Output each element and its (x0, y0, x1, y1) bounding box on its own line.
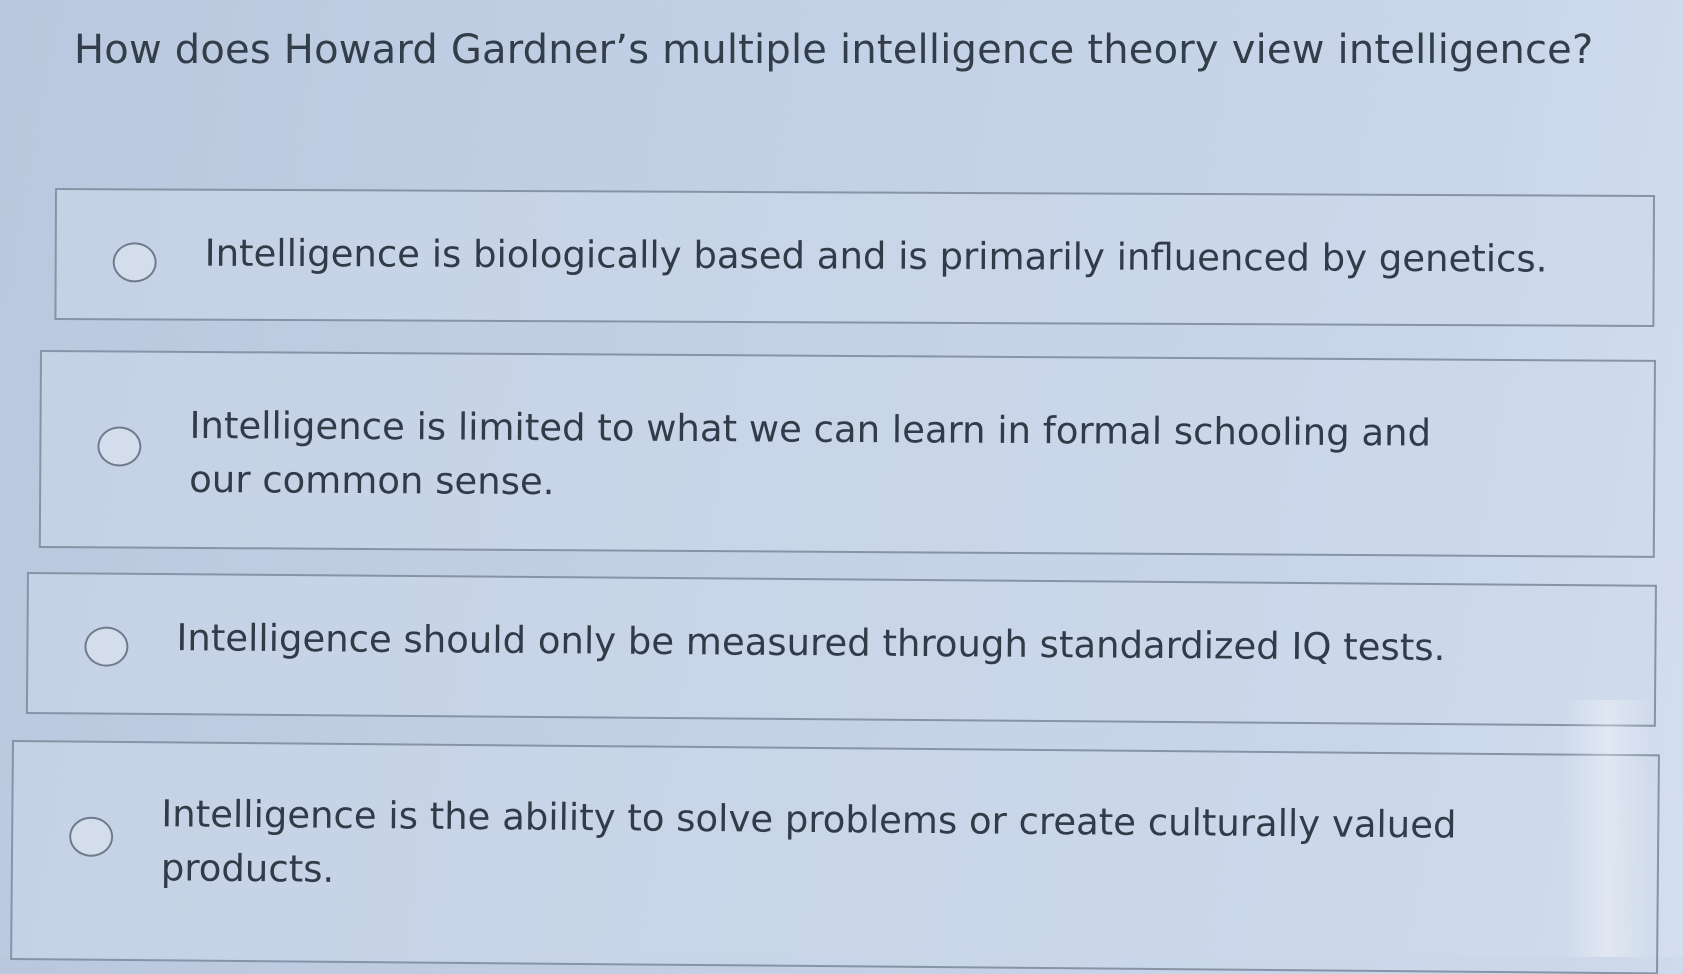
answer-option-label: Intelligence is biologically based and i… (204, 231, 1548, 281)
answer-option-label: Intelligence is limited to what we can l… (189, 403, 1432, 504)
answer-option-1[interactable]: Intelligence is biologically based and i… (54, 188, 1655, 327)
answer-option-label: Intelligence is the ability to solve pro… (160, 792, 1457, 891)
answer-option-4[interactable]: Intelligence is the ability to solve pro… (10, 740, 1660, 974)
radio-button-icon[interactable] (84, 626, 129, 667)
radio-button-icon[interactable] (68, 816, 114, 857)
answer-option-3[interactable]: Intelligence should only be measured thr… (25, 572, 1657, 727)
radio-button-icon[interactable] (97, 426, 142, 467)
radio-button-icon[interactable] (112, 242, 157, 283)
answer-option-2[interactable]: Intelligence is limited to what we can l… (38, 350, 1656, 558)
answer-option-label: Intelligence should only be measured thr… (176, 616, 1446, 670)
question-text: How does Howard Gardner’s multiple intel… (74, 27, 1594, 73)
